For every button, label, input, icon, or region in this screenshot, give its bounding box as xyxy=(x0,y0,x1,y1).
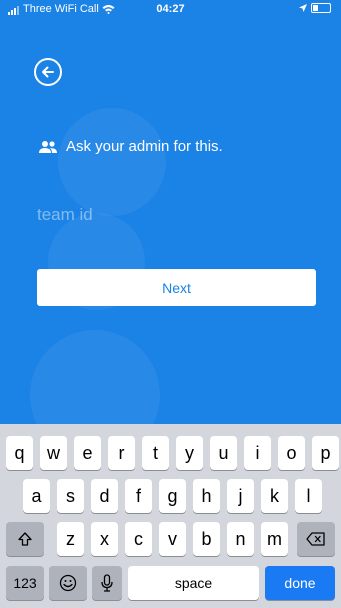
hint-text: Ask your admin for this. xyxy=(66,138,223,155)
key-y[interactable]: y xyxy=(176,436,203,470)
key-b[interactable]: b xyxy=(193,522,220,556)
key-z[interactable]: z xyxy=(57,522,84,556)
key-x[interactable]: x xyxy=(91,522,118,556)
key-k[interactable]: k xyxy=(261,479,288,513)
microphone-icon xyxy=(101,574,113,592)
key-e[interactable]: e xyxy=(74,436,101,470)
key-p[interactable]: p xyxy=(312,436,339,470)
emoji-icon xyxy=(59,574,77,592)
key-o[interactable]: o xyxy=(278,436,305,470)
status-time: 04:27 xyxy=(156,3,185,15)
key-s[interactable]: s xyxy=(57,479,84,513)
key-l[interactable]: l xyxy=(295,479,322,513)
key-v[interactable]: v xyxy=(159,522,186,556)
location-icon xyxy=(299,4,307,12)
key-g[interactable]: g xyxy=(159,479,186,513)
space-key[interactable]: space xyxy=(128,566,259,600)
key-r[interactable]: r xyxy=(108,436,135,470)
key-u[interactable]: u xyxy=(210,436,237,470)
key-w[interactable]: w xyxy=(40,436,67,470)
back-button[interactable] xyxy=(34,58,62,86)
delete-key[interactable] xyxy=(297,522,335,556)
key-a[interactable]: a xyxy=(23,479,50,513)
done-key[interactable]: done xyxy=(265,566,335,600)
key-m[interactable]: m xyxy=(261,522,288,556)
arrow-left-icon xyxy=(42,66,54,78)
key-h[interactable]: h xyxy=(193,479,220,513)
key-t[interactable]: t xyxy=(142,436,169,470)
next-button[interactable]: Next xyxy=(37,269,316,306)
shift-icon xyxy=(18,532,32,546)
battery-icon xyxy=(311,3,331,13)
emoji-key[interactable] xyxy=(49,566,87,600)
key-j[interactable]: j xyxy=(227,479,254,513)
key-n[interactable]: n xyxy=(227,522,254,556)
key-d[interactable]: d xyxy=(91,479,118,513)
status-bar: Three WiFi Call 04:27 xyxy=(0,0,341,20)
shift-key[interactable] xyxy=(6,522,44,556)
key-q[interactable]: q xyxy=(6,436,33,470)
numbers-key[interactable]: 123 xyxy=(6,566,44,600)
key-c[interactable]: c xyxy=(125,522,152,556)
keyboard: q w e r t y u i o p a s d f g h j k l z … xyxy=(0,424,341,608)
key-f[interactable]: f xyxy=(125,479,152,513)
backspace-icon xyxy=(306,532,325,546)
dictation-key[interactable] xyxy=(92,566,122,600)
key-i[interactable]: i xyxy=(244,436,271,470)
people-icon xyxy=(39,140,57,153)
admin-hint: Ask your admin for this. xyxy=(38,138,223,155)
status-right xyxy=(299,3,331,13)
team-id-input[interactable] xyxy=(37,200,317,230)
